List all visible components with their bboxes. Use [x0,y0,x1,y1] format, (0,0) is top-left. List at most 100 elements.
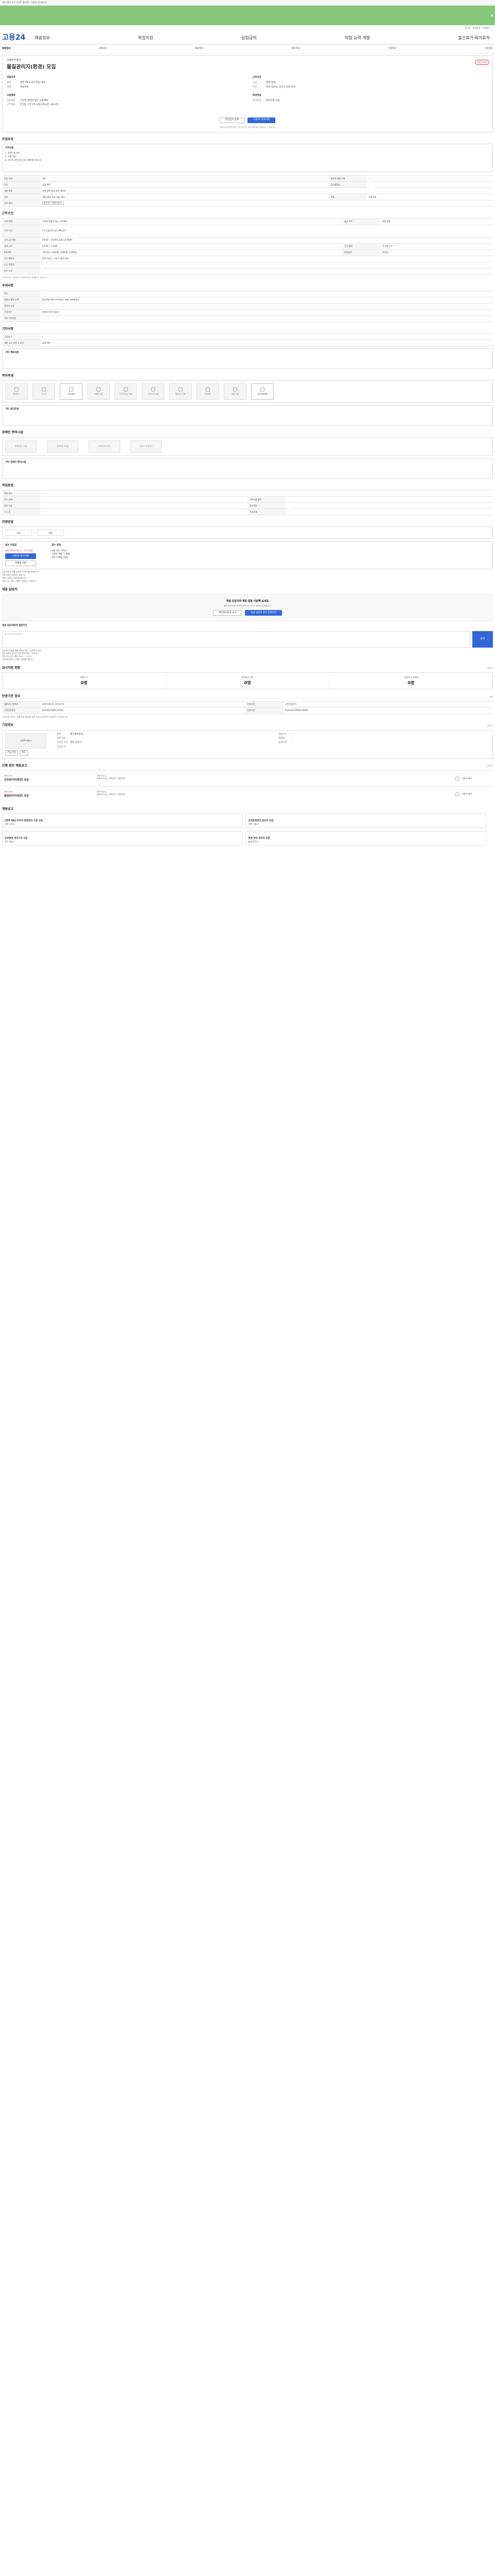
company-logo: 사복주식회사 [5,733,46,749]
access-item: 장애인용 화장실 [47,440,78,453]
company-name: 사복주식회사 [7,59,21,62]
benefit-label: 자녀보육지원 [257,393,268,396]
job-title: 물질관리자(환경) 모집 [7,64,56,70]
similar-card[interactable]: 공정환경관리 담당자 모집 전북 익산시 [245,814,486,828]
benefit-label: 명절 선물 [232,393,239,396]
benefit-icon [233,387,237,392]
similar-section: 채용공고 [경력 채용] 부여치 환경관리 사원 모집 전북 익산시 공정환경관리… [2,807,493,846]
apply-button[interactable]: 고용24 입사지원 [248,117,276,123]
access-section: 장애인 편의시설 장애인용 주차장 장애인용 화장실 장애인용 승강기 경사로 … [2,431,493,479]
benefit-icon-grid: 통근버스 기숙사 4대 보험 교육비 지원 자녀 학자금 지원 주택자금 지원 경조사비 지… [5,383,490,400]
other-jobs-section: 진행 중인 채용공고 더보기 채용시까지 안전관리자(환경) 모집 전북 익산시 경력… [2,764,493,802]
lnb-item[interactable]: 해외취업 [291,47,300,50]
reg-section: 인증기관 정보 인쇄 채용공고 등록일 2025.04.11 10:12:37 인증기… [2,694,493,718]
global-nav: 고용24 채용정보 취업지원 실업급여 직업 능력 개발 출산휴가·육아휴직 [0,31,495,45]
lnb-item[interactable]: 인재정보 [388,47,397,50]
benefit-item: 교육비 지원 [87,383,110,400]
company-logo-icon [455,775,460,781]
lnb-item[interactable]: 기업정보 [484,47,493,50]
question-textarea[interactable]: 질문 내용을 입력하세요. [2,631,470,648]
benefit-icon [206,387,210,392]
benefit-item: 통근버스 [5,383,28,400]
pref-table: 전공 - 컴퓨터 활용 능력 문서작성 (워드프로세서), 엑셀, 파워포인트 외국… [2,290,493,322]
work-section: 근무조건 고용 형태 기간의 정함이 없는 근로계약 임금 조건 연봉 협의 근무 시… [2,212,493,279]
apply-status-section: 입사지원 현황 더보기 지원자 수 0명 취업알선 건수 0명 고용24 입사지원 0명 [2,666,493,690]
list-item[interactable]: 채용시까지 안전관리자(환경) 모집 전북 익산시 경력 3년 이상 · 학력무관 … [2,770,493,786]
benefit-label: 경조사비 지원 [175,393,186,396]
map-button[interactable]: 지도 [19,750,28,756]
email-apply-button[interactable]: 이메일 지원 [5,561,36,567]
benefit-item: 자녀보육지원 [251,383,274,400]
lnb-item[interactable]: 채용정보 [2,47,11,50]
similar-card[interactable]: 환경 담당 관리자 모집 충남 당진시 [245,831,486,846]
benefit-label: 자녀 학자금 지원 [119,393,133,396]
benefit-label: 통근버스 [13,393,20,396]
ask-button[interactable]: 채용 담당자 문의 입력하기 [245,610,283,616]
gnb-item-leave[interactable]: 출산휴가·육아휴직 [458,35,490,41]
fav-company-button[interactable]: 관심기업 [5,750,18,756]
gnb-item-training[interactable]: 직업 능력 개발 [344,35,370,41]
benefit-icon [69,387,73,392]
benefit-item: 기숙사 [32,383,55,400]
benefit-icon [151,387,155,392]
job-desc-box: 직무내용 1. 환경시설 관리 2. 보험 작성 3. 인허가 관련 업무 처리… [2,144,493,173]
gnb-menu: 채용정보 취업지원 실업급여 직업 능력 개발 출산휴가·육아휴직 [35,35,493,41]
top-banner [0,6,495,25]
benefit-label: 4대 보험 [68,393,75,396]
site-logo[interactable]: 고용24 [2,33,25,43]
benefit-icon [42,387,46,392]
env-section: 작업환경 작업 장소 - 조도 상태 - 시력사용 정도 - 청각 사용 - 양손작업 - 드… [2,484,493,516]
step-doc: 서류 [5,530,32,536]
privacy-button[interactable]: 개인정보동의 보기 [212,610,242,616]
question-submit[interactable]: 문의 [472,631,493,648]
benefit-icon [96,387,101,392]
similar-card[interactable]: [경력 채용] 부여치 환경관리 사원 모집 전북 익산시 [2,814,243,828]
join-link[interactable]: 회원가입 [473,27,481,30]
contact-section: 채용 담당자 채용 담당자와 채팅 앱을 이용해 보세요 채용 담당자에게 문의… [2,588,493,661]
benefit-icon [178,387,183,392]
license-tag: 환경기사 / 환경산업기사 [42,201,64,206]
lnb-item[interactable]: 공채정보 [98,47,107,50]
work-summary: 근무조건 임금 연봉 협의 지역 전북 익산시, 고산구 관리 지역 복리후생 복리… [253,76,295,103]
benefit-icon [14,387,19,392]
etc-table: 근로자 수- 채용 공고 등록 시 조건 사용 여부 [2,333,493,346]
benefit-label: 교육비 지원 [94,393,103,396]
benefit-item: 경조사비 지원 [169,383,192,400]
process-section: 전형방법 서류 면접 접수 마감일 채용시까지 (마감시 - 조기 마감) 고용… [2,520,493,583]
recruit-table: 모집 인원 1명 영업직 채용 인원 - 직무 공업 화학 근무예정지 - 채용 직종 조직 … [2,175,493,207]
job-header: 사복주식회사 물질관리자(환경) 모집 채용시까지 지원자격 경력 경력 (최소 … [2,55,493,132]
benefit-label: 기숙사 [41,393,46,396]
close-icon[interactable] [491,14,493,16]
env-table: 작업 장소 - 조도 상태 - 시력사용 정도 - 청각 사용 - 양손작업 - 드는 힘-작… [2,490,493,516]
step-interview: 면접 [37,530,64,536]
pref-section: 우대사항 전공 - 컴퓨터 활용 능력 문서작성 (워드프로세서), 엑셀, 파워포… [2,284,493,322]
login-link[interactable]: 로그인 [465,27,470,30]
benefit-icon [260,387,265,392]
gnb-item-support[interactable]: 취업지원 [138,35,153,41]
apply-button-2[interactable]: 고용24 입사지원 [5,553,36,560]
company-logo-icon [455,791,460,797]
gnb-item-unemployment[interactable]: 실업급여 [241,35,256,41]
benefit-item: 명절 선물 [224,383,246,400]
util-links: 로그인 회원가입 고객센터 [0,25,495,31]
lnb-item[interactable]: 채용행사 [195,47,204,50]
scrap-button[interactable]: 관심공고 등록 [219,117,245,123]
qual-summary: 지원자격 경력 경력 (최소 3년 이상) 필수 학력 학력무관 고용형태 고용형태… [7,76,59,107]
access-item: 장애인용 주차장 [5,440,37,453]
help-link[interactable]: 고객센터 [482,27,490,30]
benefit-item: 주택자금 지원 [142,383,164,400]
list-item[interactable]: 채용시까지 물질관리자(환경) 모집 전북 익산시 경력 3년 이상 · 학력무관 … [2,786,493,802]
benefit-item: 4대 보험 [60,383,82,400]
access-item: 장애인용 승강기 [89,440,120,453]
work-table: 고용 형태 기간의 정함이 없는 근로계약 임금 조건 연봉 협의 근무 시간 (주 소… [2,218,493,275]
similar-card[interactable]: 토목환경 엔지니어 모집 경기 화성시 [2,831,243,846]
etc-section: 기타사항 근로자 수- 채용 공고 등록 시 조건 사용 여부 기타 채용내용 [2,327,493,369]
sub-nav: 채용정보 공채정보 채용행사 해외취업 인재정보 기업정보 [0,45,495,54]
benefit-section: 복리후생 통근버스 기숙사 4대 보험 교육비 지원 자녀 학자금 지원 주택자금 지원 경… [2,374,493,426]
benefit-item: 자녀 학자금 지원 [114,383,137,400]
benefit-item: 건강검진 [196,383,219,400]
recruit-section: 모집요강 직무내용 1. 환경시설 관리 2. 보험 작성 3. 인허가 관련 … [2,138,493,207]
benefit-label: 주택자금 지원 [147,393,159,396]
gnb-item-jobs[interactable]: 채용정보 [35,35,50,41]
top-utility-bar: 고용노동부 공식 사이트 제공하는 고용24 안내입니다 [0,0,495,6]
